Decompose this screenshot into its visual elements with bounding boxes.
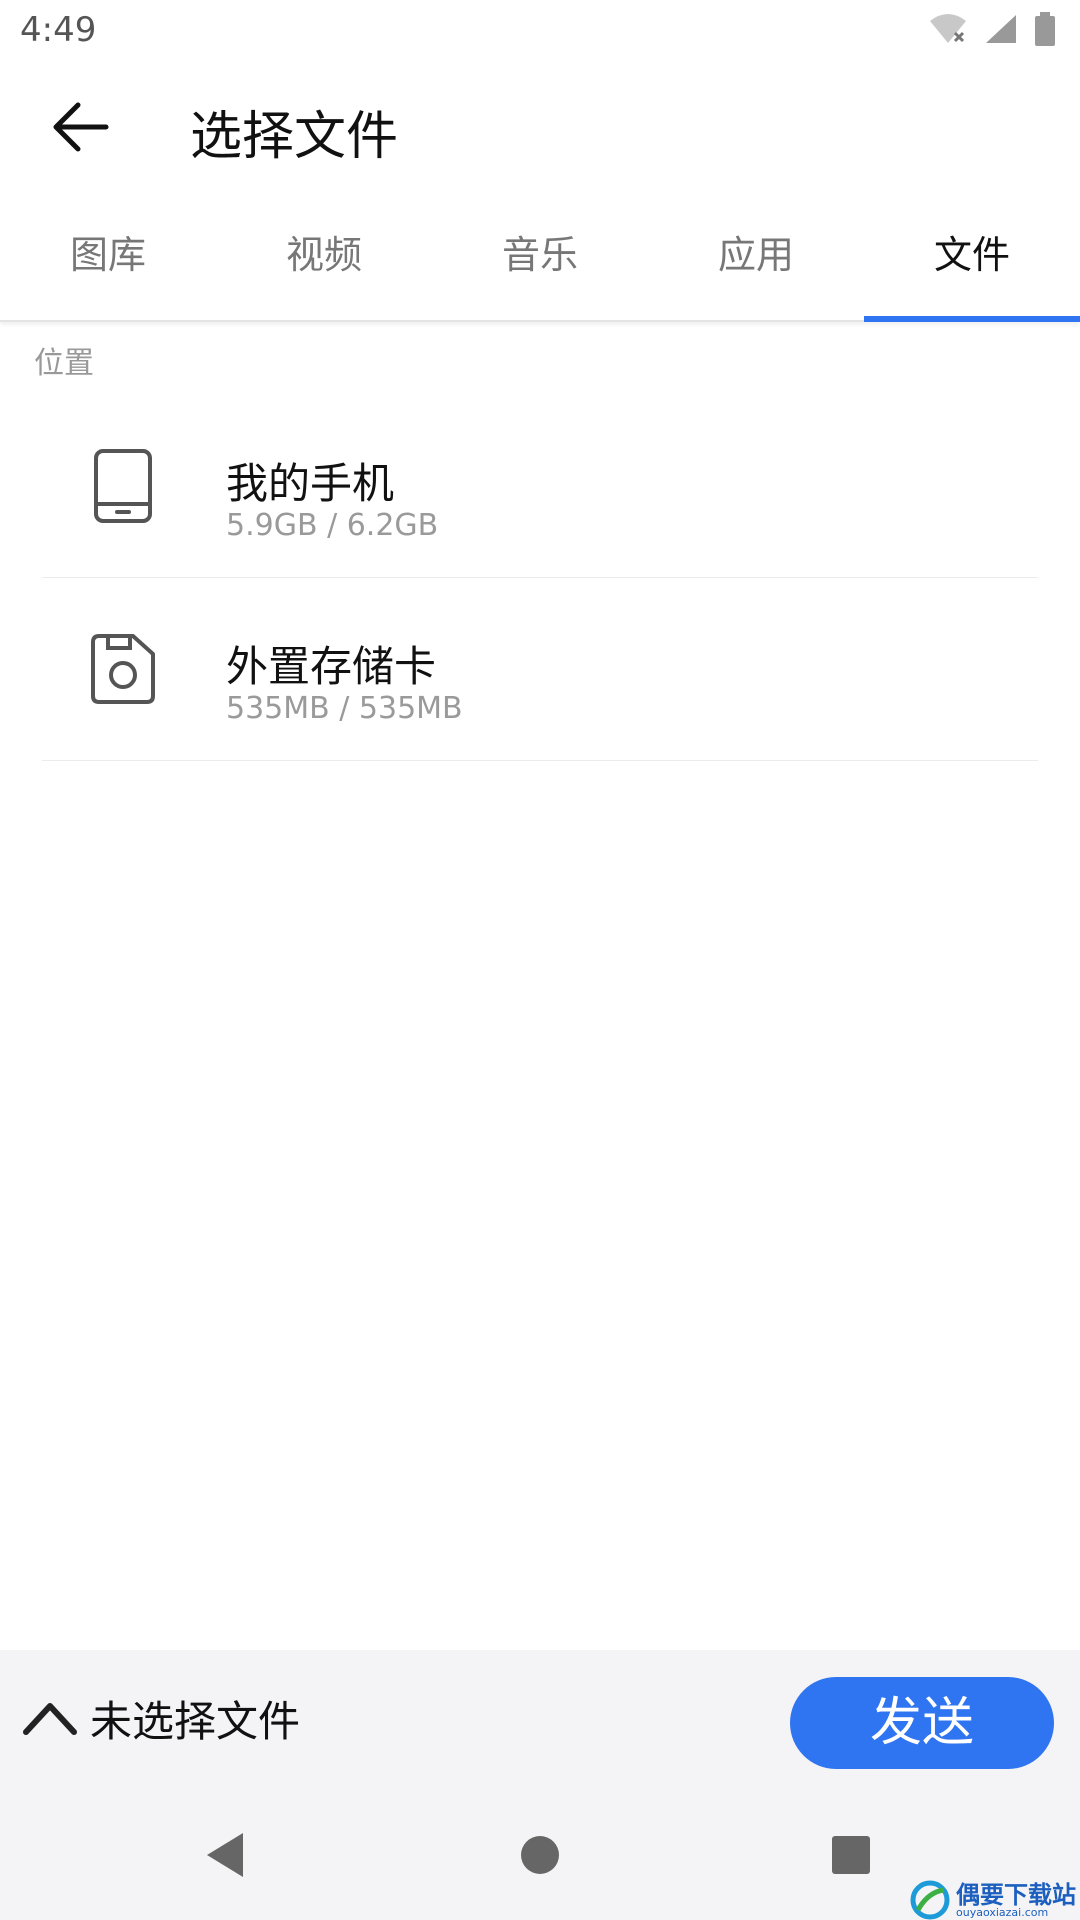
watermark-logo <box>910 1880 950 1920</box>
watermark-url: ouyaoxiazai.com <box>956 1905 1049 1919</box>
status-icons <box>928 12 1056 50</box>
send-button[interactable]: 发送 <box>790 1677 1054 1769</box>
status-time: 4:49 <box>20 10 97 50</box>
wifi-off-icon <box>928 13 968 49</box>
tab-files[interactable]: 文件 <box>864 205 1080 320</box>
section-label: 位置 <box>34 346 94 381</box>
app-bar: 选择文件 <box>0 64 1080 190</box>
circle-home-icon <box>521 1836 559 1874</box>
location-row-phone[interactable]: 我的手机 5.9GB / 6.2GB <box>0 395 1080 578</box>
watermark-text: 偶要下载站 <box>956 1880 1076 1909</box>
tab-bar: 图库 视频 音乐 应用 文件 <box>0 205 1080 322</box>
sd-card-icon <box>80 626 166 712</box>
location-title: 外置存储卡 <box>226 642 437 691</box>
location-usage: 5.9GB / 6.2GB <box>226 508 439 543</box>
status-bar: 4:49 <box>0 0 1080 64</box>
tab-music[interactable]: 音乐 <box>432 205 648 320</box>
location-usage: 535MB / 535MB <box>226 691 463 726</box>
tab-gallery[interactable]: 图库 <box>0 205 216 320</box>
back-button[interactable] <box>40 92 120 162</box>
nav-recents-button[interactable] <box>816 1820 886 1890</box>
chevron-up-icon <box>23 1703 77 1735</box>
location-row-sd-card[interactable]: 外置存储卡 535MB / 535MB <box>0 578 1080 761</box>
nav-bar: 偶要下载站 ouyaoxiazai.com <box>0 1790 1080 1920</box>
tab-video[interactable]: 视频 <box>216 205 432 320</box>
tab-apps[interactable]: 应用 <box>648 205 864 320</box>
square-recents-icon <box>832 1836 870 1874</box>
battery-icon <box>1034 12 1056 50</box>
divider <box>42 760 1038 761</box>
nav-home-button[interactable] <box>505 1820 575 1890</box>
phone-icon <box>80 443 166 529</box>
tab-indicator <box>864 316 1080 322</box>
triangle-back-icon <box>207 1833 243 1877</box>
watermark: 偶要下载站 ouyaoxiazai.com <box>910 1880 1076 1920</box>
selection-status: 未选择文件 <box>90 1696 301 1746</box>
selection-toggle[interactable]: 未选择文件 <box>22 1688 300 1748</box>
nav-back-button[interactable] <box>190 1820 260 1890</box>
location-title: 我的手机 <box>226 459 395 508</box>
arrow-left-icon <box>53 102 109 152</box>
page-title: 选择文件 <box>190 107 399 167</box>
signal-icon <box>984 13 1018 49</box>
